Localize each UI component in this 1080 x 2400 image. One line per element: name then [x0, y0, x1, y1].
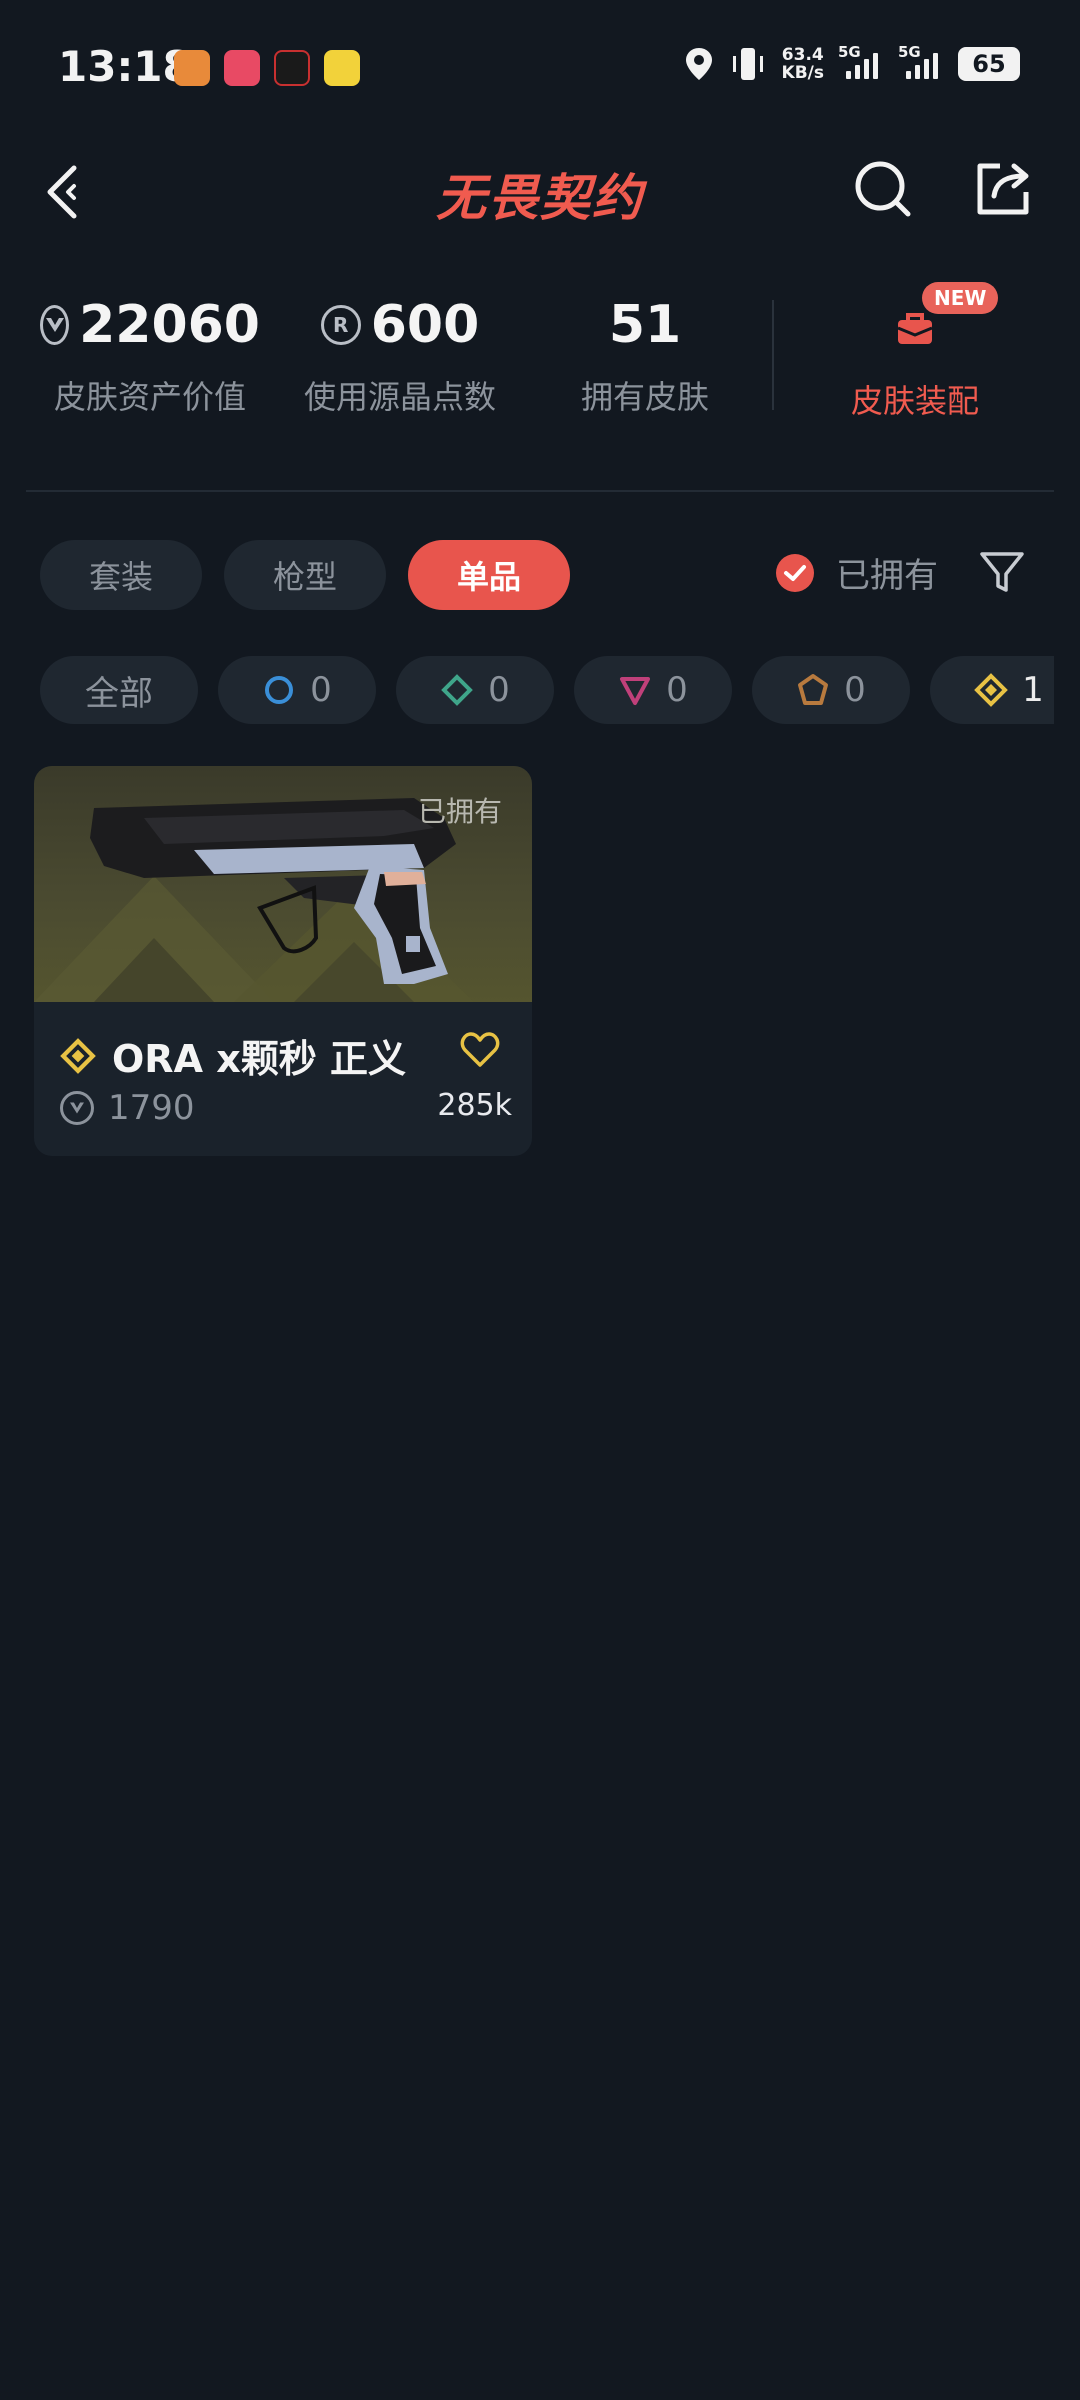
like-count: 285k — [437, 1088, 512, 1123]
signal-1-label: 5G — [838, 43, 861, 61]
game-notification-icon — [274, 50, 310, 86]
asset-value: 22060 — [79, 295, 260, 355]
tab-single-items[interactable]: 单品 — [408, 540, 570, 610]
chat-app-notification-icon — [324, 50, 360, 86]
radianite-points-label: 使用源晶点数 — [303, 378, 496, 416]
select-tier-icon — [265, 676, 294, 704]
radianite-points-stat: R 600 使用源晶点数 — [290, 290, 510, 418]
video-app-notification-icon — [224, 50, 260, 86]
skin-card[interactable]: 已拥有 ORA x颗秒 正义 1790 285k — [34, 766, 532, 1156]
exclusive-tier-icon — [974, 673, 1009, 707]
ultra-tier-icon — [798, 674, 829, 705]
radianite-icon: R — [320, 305, 361, 345]
tier-chip-ultra-count: 0 — [844, 670, 866, 710]
checkmark-icon — [784, 564, 806, 581]
owned-checkbox[interactable] — [776, 553, 814, 592]
owned-tag: 已拥有 — [417, 795, 502, 828]
top-app-bar: 无畏契约 — [0, 140, 1080, 240]
new-badge: NEW — [922, 282, 999, 314]
signal-strength-2-icon: 5G — [898, 43, 944, 79]
skin-collection-page: 13:18 63.4 KB/s 5G 5G 65 无畏契约 22060 皮肤资产… — [0, 0, 1080, 2400]
skin-loadout-label: 皮肤装配 — [850, 382, 979, 420]
owned-filter-label: 已拥有 — [836, 556, 938, 596]
tier-chip-select[interactable]: 0 — [218, 656, 376, 724]
owned-filter-toggle[interactable]: 已拥有 — [776, 548, 938, 597]
deluxe-tier-icon — [441, 674, 474, 706]
share-icon[interactable] — [972, 158, 1034, 220]
tier-chip-premium-count: 0 — [666, 670, 688, 710]
tier-chip-all[interactable]: 全部 — [40, 656, 198, 724]
search-icon[interactable] — [852, 158, 914, 220]
signal-2-label: 5G — [898, 43, 921, 61]
tab-bundles[interactable]: 套装 — [40, 540, 202, 610]
location-icon — [685, 48, 712, 80]
tier-chip-premium[interactable]: 0 — [574, 656, 732, 724]
battery-indicator: 65 — [958, 47, 1032, 81]
section-divider — [26, 490, 1054, 492]
network-speed-unit: KB/s — [781, 63, 824, 83]
tier-chip-select-count: 0 — [310, 670, 332, 710]
skin-loadout-button[interactable]: NEW 皮肤装配 — [830, 282, 1000, 422]
skin-price: 1790 — [108, 1088, 195, 1128]
skin-image: 已拥有 — [34, 766, 532, 1002]
tier-chip-deluxe-count: 0 — [488, 670, 510, 710]
skin-title-row: ORA x颗秒 正义 — [60, 1028, 406, 1083]
vibrate-icon — [732, 48, 763, 80]
app-title-logo: 无畏契约 — [436, 169, 644, 227]
status-indicators: 63.4 KB/s 5G 5G 65 — [684, 43, 1032, 82]
tier-chip-ultra[interactable]: 0 — [752, 656, 910, 724]
tab-weapon-types[interactable]: 枪型 — [224, 540, 386, 610]
filter-funnel-icon[interactable] — [978, 548, 1026, 596]
valorant-points-icon — [60, 1091, 94, 1125]
skin-name: ORA x颗秒 正义 — [112, 1037, 406, 1081]
stats-divider — [772, 300, 774, 410]
heart-icon[interactable] — [460, 1032, 500, 1068]
app-notification-icon — [174, 50, 210, 86]
tier-chip-all-label: 全部 — [85, 673, 153, 714]
tier-chip-exclusive-count: 1 — [1022, 670, 1044, 710]
asset-value-stat: 22060 皮肤资产价值 — [40, 290, 260, 418]
owned-skins-value: 51 — [608, 295, 682, 355]
valorant-points-icon — [40, 305, 70, 345]
network-speed: 63.4 KB/s — [782, 46, 824, 82]
exclusive-tier-icon — [60, 1037, 96, 1074]
tier-chip-exclusive[interactable]: 1 — [930, 656, 1054, 724]
owned-skins-label: 拥有皮肤 — [580, 378, 709, 416]
stats-summary: 22060 皮肤资产价值 R 600 使用源晶点数 51 拥有皮肤 NEW 皮肤… — [0, 282, 1080, 440]
tier-chip-deluxe[interactable]: 0 — [396, 656, 554, 724]
signal-strength-1-icon: 5G — [838, 43, 884, 79]
premium-tier-icon — [620, 677, 651, 705]
radianite-points-value: 600 — [370, 295, 480, 355]
notification-icons — [174, 50, 360, 86]
asset-value-label: 皮肤资产价值 — [53, 378, 246, 416]
status-time: 13:18 — [58, 42, 192, 91]
network-speed-value: 63.4 — [781, 45, 824, 65]
category-tabs: 套装 枪型 单品 — [40, 540, 570, 610]
owned-skins-stat: 51 拥有皮肤 — [540, 290, 750, 418]
skin-price-row: 1790 — [60, 1088, 195, 1128]
loadout-bag-icon — [897, 313, 933, 344]
tier-filter-row: 全部 0 0 0 0 1 — [40, 656, 1054, 726]
status-bar: 13:18 63.4 KB/s 5G 5G 65 — [0, 0, 1080, 140]
